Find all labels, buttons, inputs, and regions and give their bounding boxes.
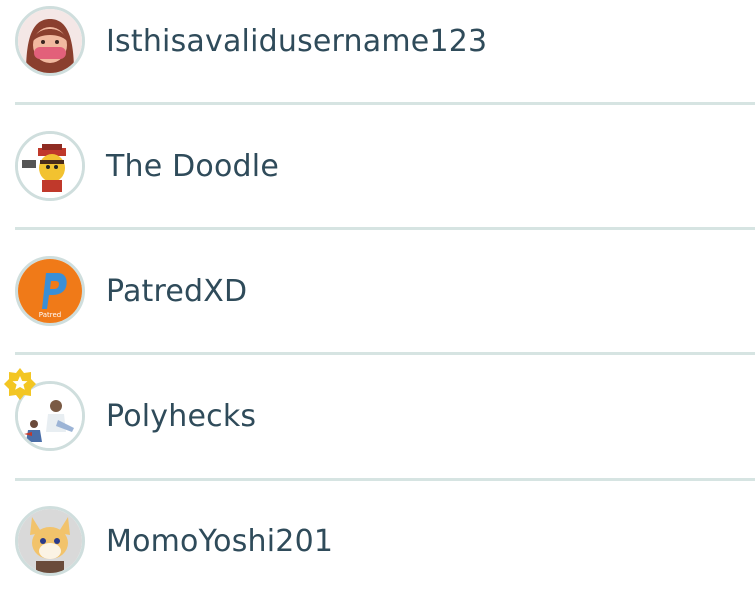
username[interactable]: Isthisavalidusername123: [106, 25, 487, 59]
user-row[interactable]: Polyhecks: [4, 368, 755, 463]
user-row[interactable]: The Doodle: [15, 121, 755, 213]
user-row[interactable]: Isthisavalidusername123: [15, 0, 755, 88]
username[interactable]: Polyhecks: [106, 400, 256, 434]
divider: [15, 102, 755, 105]
username[interactable]: PatredXD: [106, 275, 247, 309]
svg-text:Patred: Patred: [39, 311, 61, 319]
divider: [15, 478, 755, 481]
divider: [15, 227, 755, 230]
username[interactable]: MomoYoshi201: [106, 525, 333, 559]
user-row[interactable]: Patred PatredXD: [15, 246, 755, 338]
user-row[interactable]: MomoYoshi201: [15, 496, 755, 588]
user-list: Isthisavalidusername123 The Doodle Patre…: [0, 0, 755, 597]
username[interactable]: The Doodle: [106, 150, 279, 184]
star-badge-icon: [3, 367, 37, 401]
orange-p-logo-avatar-icon[interactable]: Patred: [15, 256, 85, 326]
divider: [15, 352, 755, 355]
fox-character-avatar-icon[interactable]: [15, 506, 85, 576]
girl-face-avatar-icon[interactable]: [15, 6, 85, 76]
red-cap-character-avatar-icon[interactable]: [15, 131, 85, 201]
